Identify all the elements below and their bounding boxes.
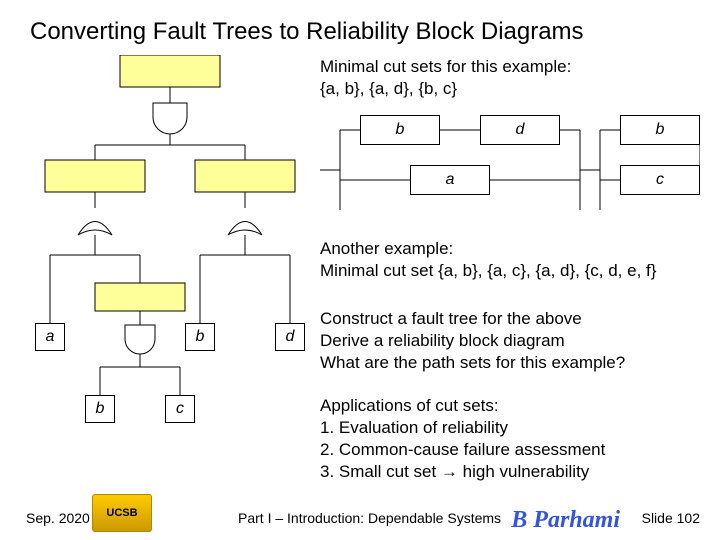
cutset-description: Minimal cut sets for this example: {a, b… — [320, 56, 571, 100]
another-l2: Minimal cut set {a, b}, {a, c}, {a, d}, … — [320, 261, 656, 280]
rbd-block-b2: b — [620, 115, 700, 145]
another-example: Another example: Minimal cut set {a, b},… — [320, 238, 656, 282]
author-name: B Parhami — [511, 507, 620, 534]
reliability-block-diagram: b d b a c — [320, 115, 700, 225]
cutset-sets: {a, b}, {a, d}, {b, c} — [320, 79, 457, 98]
rbd-block-c: c — [620, 165, 700, 195]
tree-leaf-c: c — [165, 395, 195, 423]
apps-l1: Applications of cut sets: — [320, 396, 499, 415]
cutset-intro: Minimal cut sets for this example: — [320, 57, 571, 76]
tree-leaf-a: a — [35, 323, 65, 351]
apps-l3: 2. Common-cause failure assessment — [320, 440, 605, 459]
tree-leaf-d: d — [275, 323, 305, 351]
construct-l1: Construct a fault tree for the above — [320, 309, 582, 328]
fault-tree-svg — [25, 55, 315, 495]
construct-l2: Derive a reliability block diagram — [320, 331, 565, 350]
ucsb-logo: UCSB — [92, 494, 152, 532]
tree-leaf-b2: b — [85, 395, 115, 423]
fault-tree: a b d b c — [25, 55, 315, 485]
footer-subtitle: Part I – Introduction: Dependable System… — [238, 510, 501, 526]
construct-text: Construct a fault tree for the above Der… — [320, 308, 625, 374]
footer-date: Sep. 2020 — [26, 510, 90, 526]
tree-leaf-b: b — [185, 323, 215, 351]
rbd-block-d: d — [480, 115, 560, 145]
another-l1: Another example: — [320, 239, 453, 258]
applications-text: Applications of cut sets: 1. Evaluation … — [320, 395, 605, 483]
construct-l3: What are the path sets for this example? — [320, 353, 625, 372]
slide-number: Slide 102 — [642, 510, 700, 526]
apps-l2: 1. Evaluation of reliability — [320, 418, 508, 437]
page-title: Converting Fault Trees to Reliability Bl… — [30, 18, 584, 46]
apps-l4: 3. Small cut set → high vulnerability — [320, 462, 589, 481]
rbd-block-b: b — [360, 115, 440, 145]
rbd-block-a: a — [410, 165, 490, 195]
